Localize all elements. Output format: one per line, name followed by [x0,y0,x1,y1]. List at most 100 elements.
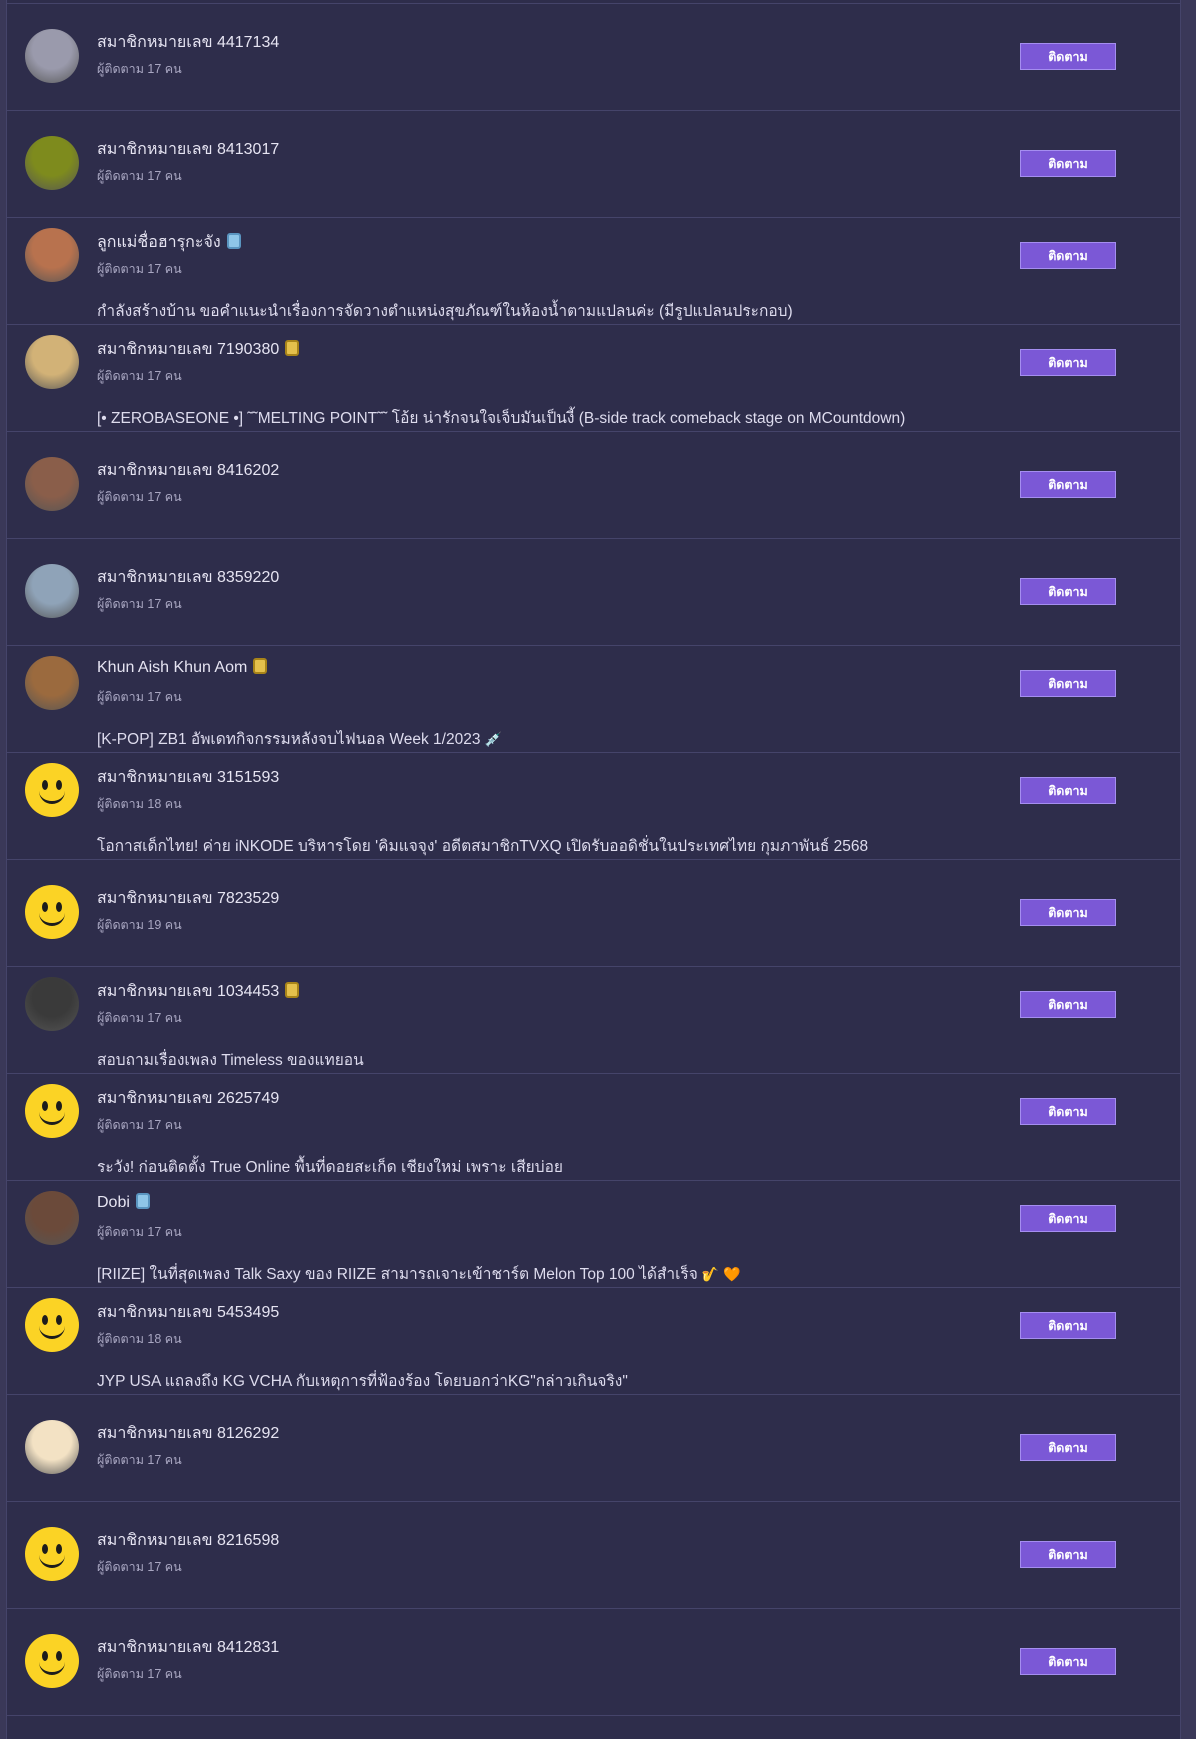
member-name[interactable]: Khun Aish Khun Aom [97,658,268,677]
member-name-text[interactable]: สมาชิกหมายเลข 8126292 [97,1425,279,1442]
follower-count: ผู้ติดตาม 17 คน [97,369,182,383]
member-name-text[interactable]: สมาชิกหมายเลข 8359220 [97,569,279,586]
member-name-text[interactable]: สมาชิกหมายเลข 4417134 [97,34,279,51]
topic-emoji-icon: 💉 [484,731,502,747]
avatar[interactable] [25,136,79,190]
member-row: Dobi ผู้ติดตาม 17 คน [RIIZE] ในที่สุดเพลง … [7,1181,1180,1288]
smiley-face-icon [25,1527,79,1581]
topic-text[interactable]: โอกาสเด็กไทย! ค่าย iNKODE บริหารโดย 'คิม… [97,838,868,855]
follow-button[interactable]: ติดตาม [1020,1098,1116,1125]
follow-button[interactable]: ติดตาม [1020,1312,1116,1339]
smiley-face-icon [25,1298,79,1352]
member-name[interactable]: สมาชิกหมายเลข 8416202 [97,458,279,483]
member-name-text[interactable]: สมาชิกหมายเลข 8413017 [97,141,279,158]
smiley-avatar[interactable] [25,1084,79,1138]
smiley-face-icon [25,763,79,817]
member-name[interactable]: สมาชิกหมายเลข 8359220 [97,565,279,590]
member-name-text[interactable]: สมาชิกหมายเลข 7823529 [97,890,279,907]
follow-button[interactable]: ติดตาม [1020,670,1116,697]
follow-button[interactable]: ติดตาม [1020,242,1116,269]
member-row: สมาชิกหมายเลข 8126292 ผู้ติดตาม 17 คน ติดต… [7,1395,1180,1502]
topic-text[interactable]: สอบถามเรื่องเพลง Timeless ของแทยอน [97,1052,364,1069]
member-name-text[interactable]: สมาชิกหมายเลข 1034453 [97,983,279,1000]
follow-button[interactable]: ติดตาม [1020,1434,1116,1461]
member-name-text[interactable]: สมาชิกหมายเลข 8216598 [97,1532,279,1549]
follower-count: ผู้ติดตาม 18 คน [97,1332,182,1346]
avatar[interactable] [25,564,79,618]
smiley-avatar[interactable] [25,1527,79,1581]
latest-topic-link[interactable]: โอกาสเด็กไทย! ค่าย iNKODE บริหารโดย 'คิม… [97,833,868,858]
member-row: Khun Aish Khun Aom ผู้ติดตาม 17 คน [K-POP]… [7,646,1180,753]
follower-count: ผู้ติดตาม 17 คน [97,169,182,183]
avatar[interactable] [25,457,79,511]
member-name-text[interactable]: Dobi [97,1194,130,1211]
latest-topic-link[interactable]: [• ZEROBASEONE •] ˜˜MELTING POINT˜˜ โอ้ย… [97,405,905,430]
follow-button[interactable]: ติดตาม [1020,578,1116,605]
blue-badge-icon [135,1193,150,1209]
member-name[interactable]: สมาชิกหมายเลข 7190380 [97,337,300,362]
follow-button[interactable]: ติดตาม [1020,991,1116,1018]
latest-topic-link[interactable]: ระวัง! ก่อนติดตั้ง True Online พื้นที่ดอ… [97,1154,563,1179]
member-name-text[interactable]: ลูกแม่ชื่อฮารุกะจัง [97,234,221,251]
topic-text[interactable]: กำลังสร้างบ้าน ขอคำแนะนำเรื่องการจัดวางต… [97,303,793,320]
follow-button[interactable]: ติดตาม [1020,1648,1116,1675]
member-name[interactable]: สมาชิกหมายเลข 4417134 [97,30,279,55]
avatar[interactable] [25,1191,79,1245]
smiley-avatar[interactable] [25,1634,79,1688]
member-name-text[interactable]: สมาชิกหมายเลข 5453495 [97,1304,279,1321]
member-name[interactable]: สมาชิกหมายเลข 8216598 [97,1528,279,1553]
follow-button[interactable]: ติดตาม [1020,1541,1116,1568]
follow-button[interactable]: ติดตาม [1020,899,1116,926]
topic-text[interactable]: [• ZEROBASEONE •] ˜˜MELTING POINT˜˜ โอ้ย… [97,410,905,427]
member-list-panel: สมาชิกหมายเลข 4417134 ผู้ติดตาม 17 คน ติดต… [6,0,1181,1739]
latest-topic-link[interactable]: [K-POP] ZB1 อัพเดทกิจกรรมหลังจบไฟนอล Wee… [97,726,502,751]
member-name[interactable]: สมาชิกหมายเลข 2625749 [97,1086,279,1111]
member-name[interactable]: สมาชิกหมายเลข 5453495 [97,1300,279,1325]
member-name-text[interactable]: สมาชิกหมายเลข 2625749 [97,1090,279,1107]
follow-button[interactable]: ติดตาม [1020,150,1116,177]
member-name-text[interactable]: สมาชิกหมายเลข 8416202 [97,462,279,479]
latest-topic-link[interactable]: [RIIZE] ในที่สุดเพลง Talk Saxy ของ RIIZE… [97,1261,741,1286]
topic-text[interactable]: [RIIZE] ในที่สุดเพลง Talk Saxy ของ RIIZE… [97,1266,698,1283]
follow-button[interactable]: ติดตาม [1020,777,1116,804]
follow-button[interactable]: ติดตาม [1020,1205,1116,1232]
follower-count: ผู้ติดตาม 17 คน [97,597,182,611]
member-name[interactable]: สมาชิกหมายเลข 8413017 [97,137,279,162]
member-name[interactable]: สมาชิกหมายเลข 8412831 [97,1635,279,1660]
blue-badge-icon [226,233,241,249]
member-row: สมาชิกหมายเลข 8216598 ผู้ติดตาม 17 คน ติดต… [7,1502,1180,1609]
member-row: สมาชิกหมายเลข 8412831 ผู้ติดตาม 17 คน ติดต… [7,1609,1180,1716]
member-name[interactable]: สมาชิกหมายเลข 3151593 [97,765,279,790]
follower-count: ผู้ติดตาม 17 คน [97,1118,182,1132]
topic-text[interactable]: JYP USA แถลงถึง KG VCHA กับเหตุการที่ฟ้อ… [97,1373,628,1390]
follow-button[interactable]: ติดตาม [1020,43,1116,70]
member-name[interactable]: สมาชิกหมายเลข 7823529 [97,886,279,911]
member-name-text[interactable]: สมาชิกหมายเลข 8412831 [97,1639,279,1656]
topic-text[interactable]: [K-POP] ZB1 อัพเดทกิจกรรมหลังจบไฟนอล Wee… [97,731,480,748]
latest-topic-link[interactable]: JYP USA แถลงถึง KG VCHA กับเหตุการที่ฟ้อ… [97,1368,628,1393]
smiley-avatar[interactable] [25,885,79,939]
smiley-face-icon [25,1634,79,1688]
smiley-avatar[interactable] [25,1298,79,1352]
latest-topic-link[interactable]: กำลังสร้างบ้าน ขอคำแนะนำเรื่องการจัดวางต… [97,298,793,323]
follower-count: ผู้ติดตาม 17 คน [97,490,182,504]
follow-button[interactable]: ติดตาม [1020,349,1116,376]
member-name-text[interactable]: Khun Aish Khun Aom [97,659,247,676]
avatar[interactable] [25,977,79,1031]
avatar[interactable] [25,335,79,389]
member-name-text[interactable]: สมาชิกหมายเลข 7190380 [97,341,279,358]
member-name-text[interactable]: สมาชิกหมายเลข 3151593 [97,769,279,786]
member-name[interactable]: ลูกแม่ชื่อฮารุกะจัง [97,230,241,255]
avatar[interactable] [25,656,79,710]
smiley-avatar[interactable] [25,763,79,817]
topic-text[interactable]: ระวัง! ก่อนติดตั้ง True Online พื้นที่ดอ… [97,1159,563,1176]
avatar[interactable] [25,228,79,282]
avatar[interactable] [25,1420,79,1474]
latest-topic-link[interactable]: สอบถามเรื่องเพลง Timeless ของแทยอน [97,1047,364,1072]
avatar[interactable] [25,29,79,83]
member-row: สมาชิกหมายเลข 5453495 ผู้ติดตาม 18 คน JYP … [7,1288,1180,1395]
member-name[interactable]: สมาชิกหมายเลข 1034453 [97,979,300,1004]
member-name[interactable]: Dobi [97,1193,150,1212]
follow-button[interactable]: ติดตาม [1020,471,1116,498]
member-name[interactable]: สมาชิกหมายเลข 8126292 [97,1421,279,1446]
